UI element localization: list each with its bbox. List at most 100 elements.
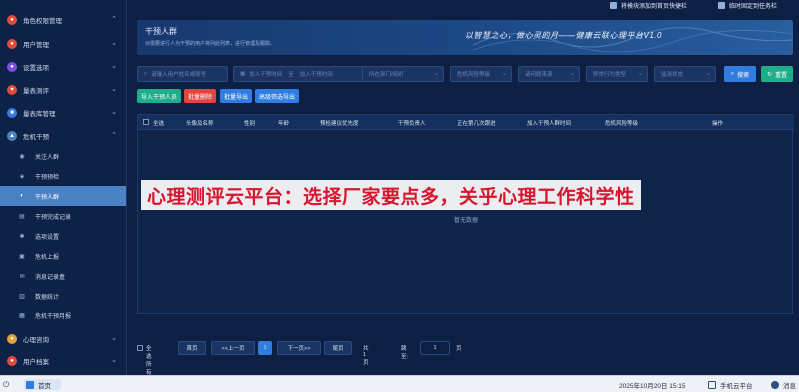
jump-page-input[interactable]: 1 [420, 341, 450, 355]
chevron-down-icon: ⌄ [433, 71, 439, 77]
col-risk-level: 危机风险等级 [605, 121, 639, 127]
sidebar-item-label: 设置选项 [23, 65, 49, 72]
status-select[interactable]: 监测状态 ⌄ [654, 66, 716, 82]
first-page-button[interactable]: 首页 [178, 341, 206, 355]
taskbar-message-label: 消息 [783, 382, 796, 390]
sidebar-subitem-monthly[interactable]: ▦ 危机干预月报 [0, 305, 126, 325]
empty-state: 暂无数据 [453, 218, 478, 224]
app-window: ● 角色权限管理 ⌃ ● 用户管理 ⌄ ● 设置选项 ⌄ ♥ 量表测评 ⌄ ■ … [0, 0, 799, 392]
behavior-select[interactable]: 异常行为类型 ⌄ [586, 66, 648, 82]
message-icon [771, 380, 779, 389]
chevron-down-icon: ⌄ [111, 63, 117, 70]
sidebar-subitem-label: 数据统计 [35, 294, 60, 301]
crisis-icon: ▲ [7, 131, 17, 141]
sidebar-subitem-label: 危机上报 [35, 254, 60, 261]
batch-export-button[interactable]: 批量导出 [220, 89, 252, 103]
pin-taskbar-label: 临时固定到任务栏 [729, 3, 778, 10]
sidebar-subitem-record[interactable]: ▤ 干预完成记录 [0, 206, 126, 226]
sidebar-item-label: 量表测评 [23, 88, 49, 95]
chevron-down-icon: ⌄ [111, 86, 117, 93]
chart-icon: ▥ [19, 293, 25, 300]
batch-delete-button[interactable]: 批量删除 [184, 89, 216, 103]
col-select-all: 全选 [153, 121, 165, 127]
reset-button-label: 重置 [775, 72, 788, 79]
intervene-icon: ◐ [20, 193, 24, 199]
date-to-placeholder: 加入干预时间 [299, 72, 333, 78]
import-button[interactable]: 导入干预人员 [137, 89, 181, 103]
col-actions: 操作 [712, 121, 724, 127]
table-header: 全选 头像及名称 性别 年龄 预检建议优先度 干预负责人 正在第几次跟进 加入干… [138, 115, 794, 130]
page-banner: 干预人群 对需要进行人为干预的用户将列此列表，进行管理及跟踪。 以智慧之心，做心… [137, 20, 793, 55]
reset-button[interactable]: ↻ 重置 [761, 66, 793, 82]
next-page-button[interactable]: 下一页>> [277, 341, 321, 355]
gear-icon: ✱ [19, 233, 25, 240]
current-page-button[interactable]: 1 [258, 341, 272, 355]
sidebar-item-role[interactable]: ● 角色权限管理 ⌃ [0, 10, 126, 30]
archive-icon: ● [7, 356, 17, 366]
risk-placeholder: 危机风险等级 [457, 72, 491, 78]
source-select[interactable]: 请问题来源 ⌄ [518, 66, 580, 82]
risk-level-select[interactable]: 危机风险等级 ⌄ [450, 66, 512, 82]
sidebar-item-label: 心理咨询 [23, 337, 49, 344]
sidebar: ● 角色权限管理 ⌃ ● 用户管理 ⌄ ● 设置选项 ⌄ ♥ 量表测评 ⌄ ■ … [0, 0, 127, 375]
sidebar-subitem-label: 消息记录盒 [35, 274, 66, 281]
taskbar-cloud-label: 手机云平台 [720, 382, 753, 390]
sidebar-subitem-report[interactable]: ▣ 危机上报 [0, 246, 126, 266]
sidebar-subitem-intervene[interactable]: ◐ 干预人群 [0, 186, 126, 206]
sidebar-subitem-focus[interactable]: ◉ 关注人群 [0, 146, 126, 166]
name-search-input[interactable]: ⌕ 请输入用户姓名或账号 [137, 66, 228, 82]
source-placeholder: 请问题来源 [525, 72, 553, 78]
sidebar-subitem-label: 干预完成记录 [35, 214, 72, 221]
reset-icon: ↻ [766, 71, 772, 78]
sidebar-subitem-precheck[interactable]: ◈ 干预预检 [0, 166, 126, 186]
col-join-time: 加入干预人群时间 [527, 121, 572, 127]
advanced-export-button[interactable]: 高级筛选导出 [255, 89, 299, 103]
sidebar-item-archive[interactable]: ● 用户档案 ⌄ [0, 351, 126, 371]
col-age: 年龄 [278, 121, 290, 127]
sidebar-item-users[interactable]: ● 用户管理 ⌄ [0, 34, 126, 54]
main-scrollbar[interactable] [795, 12, 799, 372]
taskbar-datetime: 2025年10月20日 15:15 [619, 382, 686, 390]
power-button[interactable]: ⏻ [3, 379, 9, 390]
chevron-up-icon: ⌃ [111, 16, 117, 23]
calendar-icon: ▦ [240, 71, 246, 77]
pin-taskbar-button[interactable]: 临时固定到任务栏 [718, 0, 777, 10]
banner-slogan: 以智慧之心，做心灵的月——健康云联心理平台V1.0 [465, 31, 662, 40]
col-owner: 干预负责人 [398, 121, 426, 127]
select-all-pages-checkbox[interactable] [137, 345, 143, 351]
date-separator: 至 [288, 72, 294, 78]
taskbar-message[interactable]: 消息 [771, 379, 796, 390]
chevron-down-icon: ⌄ [637, 71, 643, 77]
sidebar-item-assessment[interactable]: ♥ 量表测评 ⌄ [0, 80, 126, 100]
prev-page-button[interactable]: <<上一页 [211, 341, 255, 355]
sidebar-item-settings[interactable]: ● 设置选项 ⌄ [0, 57, 126, 77]
taskbar: ⏻ 首页 2025年10月20日 15:15 手机云平台 消息 [0, 375, 799, 392]
add-shortcut-label: 将模块添加到首页快捷栏 [621, 3, 688, 10]
record-icon: ▤ [19, 213, 25, 220]
chevron-down-icon: ⌄ [111, 40, 117, 47]
sidebar-item-consult[interactable]: ● 心理咨询 ⌄ [0, 329, 126, 349]
col-avatar-name: 头像及名称 [186, 121, 214, 127]
join-date-range-input[interactable]: ▦ 加入干预时间 至 加入干预时间 [233, 66, 368, 82]
last-page-button[interactable]: 尾页 [324, 341, 352, 355]
page-title: 干预人群 [145, 27, 177, 36]
taskbar-cloud[interactable]: 手机云平台 [708, 379, 753, 390]
sidebar-item-label: 用户档案 [23, 359, 49, 366]
search-button[interactable]: ⌕ 搜索 [724, 66, 756, 82]
dept-select[interactable]: 所在部门/组织 ⌄ [362, 66, 444, 82]
add-shortcut-button[interactable]: 将模块添加到首页快捷栏 [610, 0, 687, 10]
jump-label: 跳至: [401, 346, 409, 360]
col-priority: 预检建议优先度 [320, 121, 359, 127]
date-from-placeholder: 加入干预时间 [249, 72, 283, 78]
select-all-checkbox[interactable] [143, 119, 149, 125]
sidebar-subitem-stats[interactable]: ▥ 数据统计 [0, 286, 126, 306]
sidebar-subitem-options[interactable]: ✱ 选项设置 [0, 226, 126, 246]
taskbar-home[interactable]: 首页 [24, 379, 61, 390]
precheck-icon: ◈ [19, 173, 25, 180]
sidebar-item-crisis[interactable]: ▲ 危机干预 ⌃ [0, 126, 126, 146]
sidebar-subitem-message[interactable]: ✉ 消息记录盒 [0, 266, 126, 286]
sidebar-item-label: 用户管理 [23, 42, 49, 49]
chevron-down-icon: ⌄ [705, 71, 711, 77]
sidebar-item-scale-library[interactable]: ■ 量表库管理 ⌄ [0, 103, 126, 123]
settings-icon: ● [7, 62, 17, 72]
